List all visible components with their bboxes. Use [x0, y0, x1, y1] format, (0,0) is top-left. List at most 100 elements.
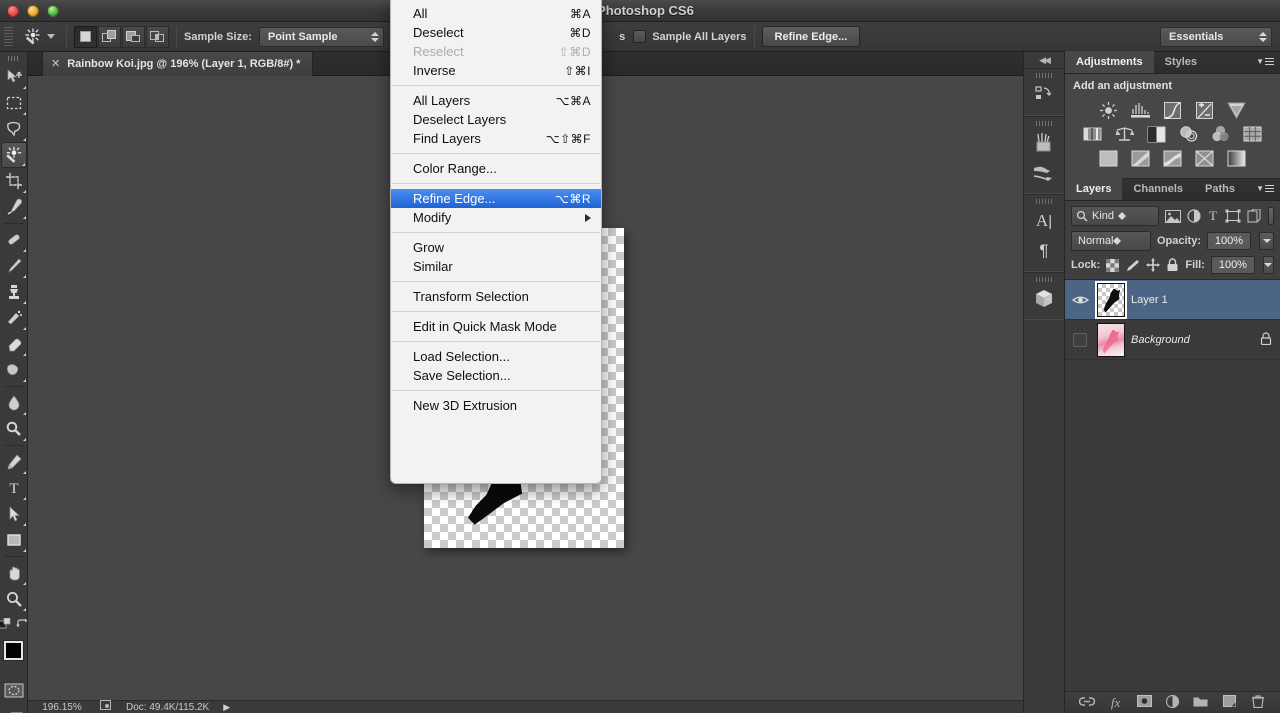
minimize-window-button[interactable]	[27, 5, 39, 17]
vibrance-icon[interactable]	[1226, 100, 1248, 120]
screen-mode-toggle[interactable]	[1, 707, 27, 713]
tab-paths[interactable]: Paths	[1194, 178, 1246, 200]
pen-tool[interactable]	[1, 449, 27, 475]
menu-item-grow[interactable]: Grow	[391, 238, 601, 257]
hand-tool[interactable]	[1, 560, 27, 586]
quick-mask-toggle[interactable]	[1, 677, 27, 703]
curves-icon[interactable]	[1162, 100, 1184, 120]
gradient-map-icon[interactable]	[1226, 148, 1248, 168]
layer-visibility-toggle[interactable]	[1069, 332, 1091, 347]
layer-mask-icon[interactable]	[1134, 695, 1154, 710]
levels-icon[interactable]	[1130, 100, 1152, 120]
lock-image-pixels-icon[interactable]	[1125, 256, 1140, 274]
levels2-icon[interactable]	[1082, 124, 1104, 144]
invert-icon[interactable]	[1098, 148, 1120, 168]
shape-filter-icon[interactable]	[1225, 206, 1241, 226]
posterize-icon[interactable]	[1130, 148, 1152, 168]
move-tool[interactable]	[1, 64, 27, 90]
workspace-select[interactable]: Essentials	[1160, 26, 1272, 47]
blend-mode-select[interactable]: Normal	[1071, 231, 1151, 251]
layer-thumbnail[interactable]	[1097, 322, 1125, 357]
dock-grip[interactable]	[1024, 73, 1064, 78]
dock-grip[interactable]	[1024, 277, 1064, 282]
select-menu-dropdown[interactable]: All ⌘A Deselect ⌘D Reselect ⇧⌘D Inverse ⇧⌘I All …	[390, 0, 602, 484]
fill-value[interactable]: 100%	[1210, 256, 1255, 274]
sample-all-layers-checkbox[interactable]	[633, 30, 647, 43]
menu-item-load-selection[interactable]: Load Selection...	[391, 347, 601, 366]
selective-color-icon[interactable]	[1194, 148, 1216, 168]
layer-name[interactable]: Layer 1	[1131, 294, 1274, 306]
menu-item-similar[interactable]: Similar	[391, 257, 601, 276]
photo-filter-icon[interactable]	[1178, 124, 1200, 144]
gradient-tool[interactable]	[1, 357, 27, 383]
swap-colors-icon[interactable]	[16, 617, 28, 635]
menu-item-edit-in-quick-mask-mode[interactable]: Edit in Quick Mask Mode	[391, 317, 601, 336]
menu-item-save-selection[interactable]: Save Selection...	[391, 366, 601, 385]
lasso-tool[interactable]	[1, 116, 27, 142]
table-row[interactable]: Layer 1	[1065, 280, 1280, 320]
delete-layer-icon[interactable]	[1248, 694, 1268, 711]
path-selection-tool[interactable]	[1, 501, 27, 527]
lock-position-icon[interactable]	[1146, 256, 1160, 274]
menu-item-color-range[interactable]: Color Range...	[391, 159, 601, 178]
tab-channels[interactable]: Channels	[1122, 178, 1194, 200]
new-adjustment-layer-icon[interactable]	[1162, 694, 1182, 711]
sample-size-select[interactable]: Point Sample	[258, 26, 384, 47]
rectangular-marquee-tool[interactable]	[1, 90, 27, 116]
status-menu-arrow-icon[interactable]: ▶	[223, 702, 230, 713]
brush-panel-icon[interactable]	[1025, 128, 1063, 158]
intersect-with-selection-button[interactable]	[146, 25, 169, 48]
layer-filter-kind-select[interactable]: Kind	[1071, 206, 1159, 226]
clone-stamp-tool[interactable]	[1, 279, 27, 305]
dock-grip[interactable]	[1024, 121, 1064, 126]
menu-item-deselect[interactable]: Deselect ⌘D	[391, 23, 601, 42]
eyedropper-tool[interactable]	[1, 194, 27, 220]
magic-wand-tool[interactable]	[0, 142, 27, 168]
paragraph-panel-icon[interactable]: ¶	[1025, 236, 1063, 266]
menu-item-all-layers[interactable]: All Layers ⌥⌘A	[391, 91, 601, 110]
foreground-color-swatch[interactable]	[4, 641, 23, 660]
fill-chevron-down-icon[interactable]	[1262, 256, 1274, 274]
subtract-from-selection-button[interactable]	[122, 25, 145, 48]
exposure-icon[interactable]	[1194, 100, 1216, 120]
default-colors-icon[interactable]	[0, 617, 11, 635]
filter-toggle-switch[interactable]	[1268, 207, 1274, 225]
channel-mixer-icon[interactable]	[1210, 124, 1232, 144]
type-tool[interactable]: T	[1, 475, 27, 501]
options-bar-grip[interactable]	[4, 26, 13, 47]
layer-thumbnail[interactable]	[1095, 280, 1127, 319]
color-balance-icon[interactable]	[1114, 124, 1136, 144]
crop-tool[interactable]	[1, 168, 27, 194]
opacity-value[interactable]: 100%	[1207, 232, 1251, 250]
3d-panel-icon[interactable]	[1025, 284, 1063, 314]
type-filter-icon[interactable]: T	[1207, 206, 1219, 226]
active-tool-preset[interactable]	[17, 25, 59, 49]
close-document-icon[interactable]: ✕	[51, 58, 60, 70]
layers-panel-menu-icon[interactable]: ▼	[1256, 184, 1274, 193]
close-window-button[interactable]	[7, 5, 19, 17]
adjustment-filter-icon[interactable]	[1187, 206, 1201, 226]
black-white-icon[interactable]	[1146, 124, 1168, 144]
menu-item-refine-edge[interactable]: Refine Edge... ⌥⌘R	[391, 189, 601, 208]
new-selection-button[interactable]	[74, 25, 97, 48]
menu-item-transform-selection[interactable]: Transform Selection	[391, 287, 601, 306]
blur-tool[interactable]	[1, 390, 27, 416]
menu-item-modify[interactable]: Modify	[391, 208, 601, 227]
rectangle-tool[interactable]	[1, 527, 27, 553]
zoom-level[interactable]: 196.15%	[28, 702, 96, 713]
menu-item-new-3d-extrusion[interactable]: New 3D Extrusion	[391, 396, 601, 415]
dodge-tool[interactable]	[1, 416, 27, 442]
menu-item-find-layers[interactable]: Find Layers ⌥⇧⌘F	[391, 129, 601, 148]
toolbox-grip[interactable]	[0, 52, 27, 64]
new-group-icon[interactable]	[1191, 695, 1211, 710]
color-lookup-icon[interactable]	[1242, 124, 1264, 144]
tab-adjustments[interactable]: Adjustments	[1065, 51, 1154, 73]
zoom-tool[interactable]	[1, 586, 27, 612]
expand-panels-icon[interactable]: ◀◀	[1024, 52, 1064, 68]
history-panel-icon[interactable]	[1025, 80, 1063, 110]
tab-styles[interactable]: Styles	[1154, 51, 1208, 73]
menu-item-all[interactable]: All ⌘A	[391, 4, 601, 23]
table-row[interactable]: Background	[1065, 320, 1280, 360]
tool-preset-chevron-down-icon[interactable]	[47, 34, 55, 39]
history-brush-tool[interactable]	[1, 305, 27, 331]
